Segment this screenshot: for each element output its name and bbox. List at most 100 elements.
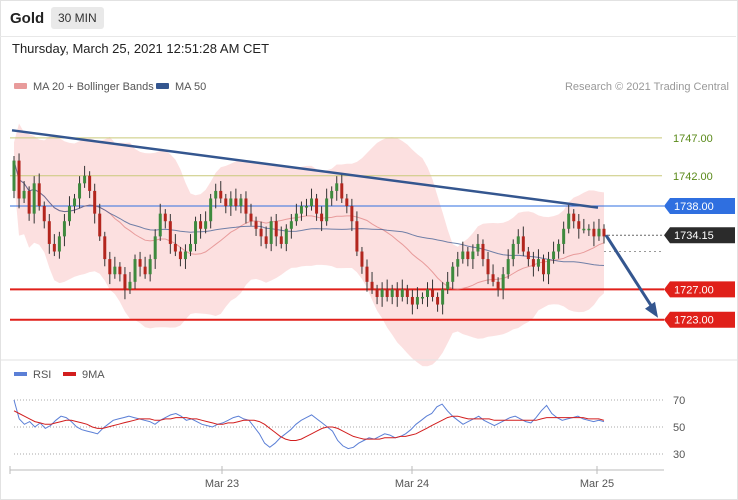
candle-body [173, 243, 177, 252]
candle-body [264, 236, 268, 244]
candle-body [47, 221, 51, 244]
resistance-label: 1747.00 [673, 133, 713, 145]
candle-body [108, 259, 112, 275]
price-tags: 1747.00 1742.00 1738.00 1734.15 1727.00 1723.… [664, 133, 735, 328]
candle-body [536, 259, 540, 267]
candle-body [501, 274, 505, 290]
forecast-arrow-shaft [604, 234, 657, 313]
candle-body [17, 160, 21, 199]
ma50-legend-label: MA 50 [175, 81, 206, 93]
x-tick-label: Mar 24 [395, 478, 429, 490]
candle-body [395, 289, 399, 297]
candle-body [234, 198, 238, 207]
candle-body [340, 183, 344, 199]
candle-body [279, 236, 283, 244]
candle-body [310, 198, 314, 207]
candle-body [118, 266, 122, 275]
resistance-label: 1742.00 [673, 171, 713, 183]
candle-body [547, 259, 551, 275]
candle-body [73, 198, 77, 207]
candle-body [511, 243, 515, 260]
ma20-legend-label: MA 20 + Bollinger Bands [33, 81, 154, 93]
candle-body [602, 228, 606, 237]
candle-body [582, 228, 586, 231]
candle-body [516, 236, 520, 244]
candle-body [183, 251, 187, 260]
candle-body [562, 228, 566, 244]
candle-body [526, 251, 530, 260]
candle-body [552, 251, 556, 260]
candle-body [451, 266, 455, 282]
price-chart: MA 20 + Bollinger Bands MA 50 Research ©… [0, 81, 738, 490]
candle-body [380, 289, 384, 297]
candle-body [335, 183, 339, 191]
candle-body [436, 296, 440, 305]
candle-body [330, 190, 334, 199]
candle-body [163, 213, 167, 222]
rsi-ma-legend-swatch [63, 372, 76, 376]
candle-body [370, 281, 374, 290]
candle-body [486, 259, 490, 275]
rsi-tick-label: 30 [673, 449, 685, 461]
bollinger-band-area [14, 123, 604, 367]
rsi-legend-swatch [14, 372, 27, 376]
rsi-tick-label: 70 [673, 395, 685, 407]
x-tick-label: Mar 25 [580, 478, 614, 490]
candle-body [254, 221, 258, 229]
candle-body [481, 243, 485, 260]
candle-body [32, 183, 36, 214]
candle-body [385, 289, 389, 297]
candle-body [315, 198, 319, 214]
candle-body [567, 213, 571, 229]
candle-body [148, 259, 152, 275]
copyright-text: Research © 2021 Trading Central [565, 81, 729, 93]
candle-body [224, 198, 228, 207]
candle-body [214, 190, 218, 199]
candle-body [557, 243, 561, 252]
candle-body [375, 289, 379, 297]
pivot-label: 1738.00 [674, 201, 714, 213]
candle-body [577, 221, 581, 229]
candle-body [93, 190, 97, 214]
candle-body [12, 160, 16, 191]
candle-body [461, 251, 465, 260]
candle-body [405, 289, 409, 297]
candle-body [420, 296, 424, 299]
candle-body [496, 281, 500, 290]
candle-body [431, 289, 435, 297]
candle-body [274, 221, 278, 237]
candle-body [390, 289, 394, 297]
candle-body [299, 206, 303, 214]
rsi-ma-legend-label: 9MA [82, 369, 105, 381]
rsi-legend-label: RSI [33, 369, 51, 381]
candle-body [541, 259, 545, 275]
candle-body [113, 266, 117, 275]
candle-body [476, 243, 480, 252]
candle-body [410, 296, 414, 305]
candle-body [123, 274, 127, 290]
rsi-ma-line [13, 410, 605, 441]
support-label: 1723.00 [674, 315, 714, 327]
ma50-legend-swatch [156, 83, 169, 89]
bollinger-band [14, 123, 604, 367]
candle-body [521, 236, 525, 252]
candle-body [304, 206, 308, 208]
candle-body [128, 281, 132, 290]
candle-body [415, 296, 419, 305]
candle-body [57, 236, 61, 252]
candle-body [244, 198, 248, 214]
candle-body [98, 213, 102, 237]
last-price-label: 1734.15 [674, 230, 714, 242]
candle-body [158, 213, 162, 237]
candle-body [365, 266, 369, 282]
candle-body [456, 259, 460, 267]
support-label: 1727.00 [674, 284, 714, 296]
candle-body [178, 251, 182, 260]
candle-body [22, 190, 26, 199]
candle-body [441, 289, 445, 305]
candle-body [466, 251, 470, 260]
candle-body [491, 274, 495, 282]
candle-body [103, 236, 107, 260]
candle-body [88, 175, 92, 191]
candle-body [426, 289, 430, 297]
